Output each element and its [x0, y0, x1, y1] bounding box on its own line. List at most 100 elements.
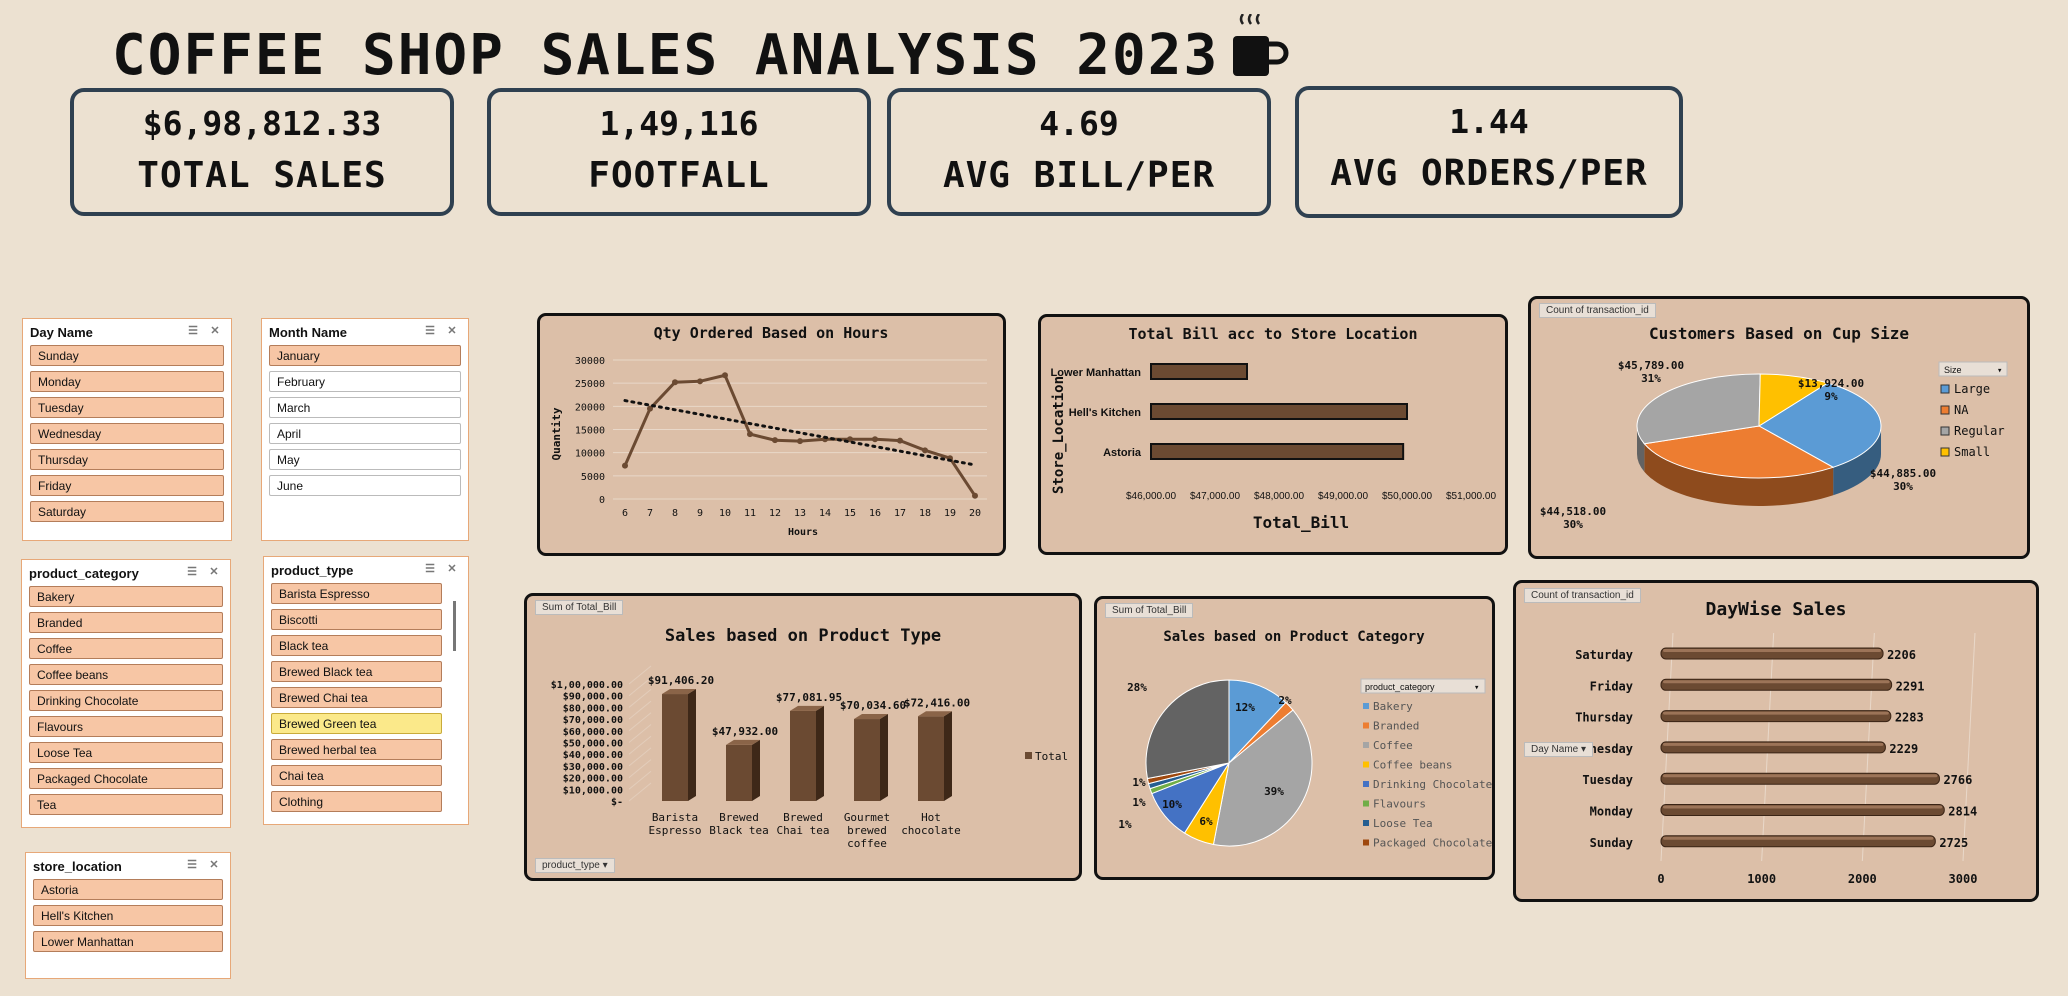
multi-select-icon[interactable]: ☰	[185, 324, 201, 339]
slicer-item[interactable]: June	[269, 475, 461, 496]
slicer-item[interactable]: Coffee	[29, 638, 223, 659]
slicer-item[interactable]: January	[269, 345, 461, 366]
multi-select-icon[interactable]: ☰	[422, 324, 438, 339]
y-tick-label: Saturday	[1575, 648, 1633, 662]
slicer-item[interactable]: Brewed Green tea	[271, 713, 442, 734]
bar-highlight	[1663, 649, 1882, 652]
data-label: 28%	[1127, 681, 1147, 694]
multi-select-icon[interactable]: ☰	[422, 562, 438, 577]
x-tick-label: 13	[794, 508, 806, 519]
multi-select-icon[interactable]: ☰	[184, 858, 200, 873]
slicer-item[interactable]: Brewed herbal tea	[271, 739, 442, 760]
clear-filter-icon[interactable]: ✕	[207, 324, 223, 339]
slicer-item[interactable]: Hell's Kitchen	[33, 905, 223, 926]
data-point	[622, 462, 628, 469]
slicer-item[interactable]: Astoria	[33, 879, 223, 900]
y-tick-label: Hell's Kitchen	[1069, 407, 1142, 419]
slicer-item[interactable]: March	[269, 397, 461, 418]
legend-swatch	[1363, 742, 1369, 748]
field-tag: Count of transaction_id	[1539, 303, 1656, 318]
slicer-item[interactable]: Bakery	[29, 586, 223, 607]
bar-highlight	[1663, 680, 1890, 684]
legend-label: NA	[1954, 403, 1969, 417]
slicer-item[interactable]: Tuesday	[30, 397, 224, 418]
filter-button[interactable]: product_type ▾	[535, 858, 615, 873]
slicer-item[interactable]: Saturday	[30, 501, 224, 522]
slicer-item[interactable]: Monday	[30, 371, 224, 392]
slicer-item[interactable]: Coffee beans	[29, 664, 223, 685]
y-tick-label: $70,000.00	[563, 715, 623, 726]
clear-filter-icon[interactable]: ✕	[206, 858, 222, 873]
slicer-item[interactable]: Packaged Chocolate	[29, 768, 223, 789]
data-point	[972, 492, 978, 499]
x-tick-label: $50,000.00	[1382, 491, 1432, 502]
x-tick-label: 11	[744, 508, 756, 519]
clear-filter-icon[interactable]: ✕	[444, 562, 460, 577]
x-tick-label: $47,000.00	[1190, 491, 1240, 502]
clear-filter-icon[interactable]: ✕	[206, 565, 222, 580]
x-axis-title: Hours	[788, 527, 818, 538]
bar	[918, 716, 944, 801]
slicer-item[interactable]: Branded	[29, 612, 223, 633]
data-point	[797, 438, 803, 445]
filter-button[interactable]: Day Name ▾	[1524, 742, 1594, 757]
data-point	[897, 437, 903, 444]
multi-select-icon[interactable]: ☰	[184, 565, 200, 580]
slicer-header: product_category ☰ ✕	[22, 560, 230, 586]
slicer-item[interactable]: Drinking Chocolate	[29, 690, 223, 711]
x-tick-label: 10	[719, 508, 731, 519]
slicer-header: product_type ☰ ✕	[264, 557, 468, 583]
data-label: 2766	[1943, 773, 1972, 787]
legend-swatch	[1363, 820, 1369, 826]
legend-label: Branded	[1373, 720, 1419, 733]
x-tick-label: 20	[969, 508, 981, 519]
x-tick-label: 16	[869, 508, 881, 519]
gridline	[1962, 632, 1976, 862]
legend-label: Loose Tea	[1373, 817, 1433, 830]
slicer-item[interactable]: May	[269, 449, 461, 470]
slicer-item[interactable]: Tea	[29, 794, 223, 815]
slicer-item[interactable]: Wednesday	[30, 423, 224, 444]
slicer-item[interactable]: Brewed Chai tea	[271, 687, 442, 708]
slicer-item[interactable]: Lower Manhattan	[33, 931, 223, 952]
slicer-item[interactable]: Biscotti	[271, 609, 442, 630]
slicer-item[interactable]: Brewed Black tea	[271, 661, 442, 682]
data-label: $72,416.00	[904, 696, 970, 709]
chart-title: Sales based on Product Category	[1163, 629, 1425, 645]
scrollbar[interactable]	[453, 601, 456, 651]
data-point	[747, 431, 753, 438]
slicer-item[interactable]: Flavours	[29, 716, 223, 737]
slicer-item[interactable]: Barista Espresso	[271, 583, 442, 604]
slicer-item[interactable]: Chai tea	[271, 765, 442, 786]
legend-swatch	[1363, 722, 1369, 729]
slicer-item[interactable]: Sunday	[30, 345, 224, 366]
chart-product-type: Sales based on Product Type $1,00,000.00 $…	[524, 593, 1082, 881]
kpi-value: 4.69	[1039, 104, 1119, 143]
y-tick-label: $40,000.00	[563, 750, 623, 761]
slicer-item[interactable]: April	[269, 423, 461, 444]
slicer-day-name: Day Name ☰ ✕ Sunday Monday Tuesday Wednesday Th…	[22, 318, 232, 541]
x-tick-label: 0	[1657, 872, 1664, 886]
legend-swatch	[1363, 703, 1369, 709]
bar-side	[944, 711, 952, 801]
slicer-item[interactable]: Loose Tea	[29, 742, 223, 763]
gridline	[628, 724, 652, 743]
legend-label: Flavours	[1373, 798, 1426, 811]
x-axis-title: Total_Bill	[1253, 513, 1349, 532]
kpi-avg-orders: 1.44 AVG ORDERS/PER	[1295, 86, 1683, 218]
data-label: 12%	[1235, 701, 1255, 714]
slicer-item[interactable]: Friday	[30, 475, 224, 496]
bar	[790, 710, 816, 801]
slicer-item[interactable]: Thursday	[30, 449, 224, 470]
y-tick-label: Sunday	[1590, 836, 1633, 850]
slicer-item[interactable]: Clothing	[271, 791, 442, 812]
legend-swatch	[1025, 752, 1032, 759]
slicer-item[interactable]: Black tea	[271, 635, 442, 656]
slicer-item[interactable]: February	[269, 371, 461, 392]
kpi-value: $6,98,812.33	[142, 104, 382, 143]
x-tick-label: 8	[672, 508, 678, 519]
legend-swatch	[1940, 405, 1950, 415]
clear-filter-icon[interactable]: ✕	[444, 324, 460, 339]
slicer-header: store_location ☰ ✕	[26, 853, 230, 879]
kpi-label: FOOTFALL	[588, 155, 770, 196]
